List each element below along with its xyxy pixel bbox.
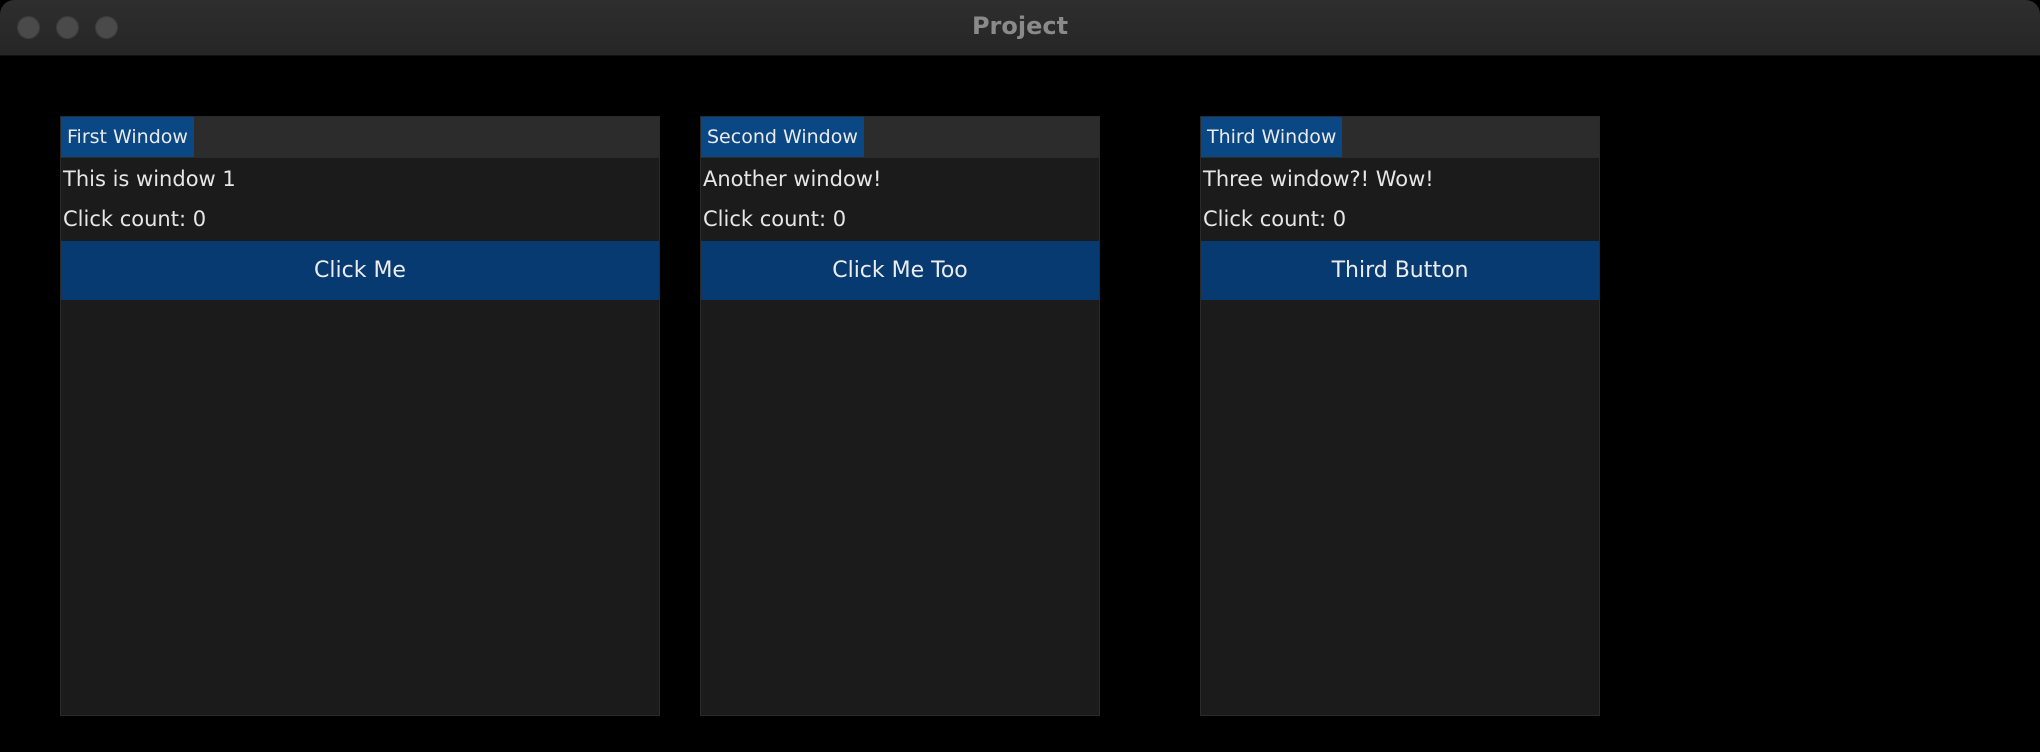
second-window-titlebar[interactable]: Second Window (701, 117, 1099, 159)
third-window-text: Three window?! Wow! (1203, 167, 1434, 191)
first-window-titlebar[interactable]: First Window (61, 117, 659, 159)
third-window-title: Third Window (1201, 117, 1343, 157)
app-window: Project First Window This is window 1 Cl… (0, 0, 2040, 752)
click-me-too-button[interactable]: Click Me Too (701, 241, 1099, 300)
first-window-title: First Window (61, 117, 194, 157)
app-title: Project (971, 12, 1069, 40)
second-window-title: Second Window (701, 117, 864, 157)
third-window[interactable]: Third Window Three window?! Wow! Click c… (1200, 116, 1600, 716)
second-window-text: Another window! (703, 167, 882, 191)
third-window-click-count: Click count: 0 (1203, 207, 1347, 231)
third-window-titlebar[interactable]: Third Window (1201, 117, 1599, 159)
first-window-click-count: Click count: 0 (63, 207, 207, 231)
second-window-click-count: Click count: 0 (703, 207, 847, 231)
first-window-text: This is window 1 (63, 167, 236, 191)
third-button[interactable]: Third Button (1201, 241, 1599, 300)
window-titlebar[interactable]: Project (0, 0, 2040, 56)
click-me-button[interactable]: Click Me (61, 241, 659, 300)
first-window[interactable]: First Window This is window 1 Click coun… (60, 116, 660, 716)
second-window[interactable]: Second Window Another window! Click coun… (700, 116, 1100, 716)
